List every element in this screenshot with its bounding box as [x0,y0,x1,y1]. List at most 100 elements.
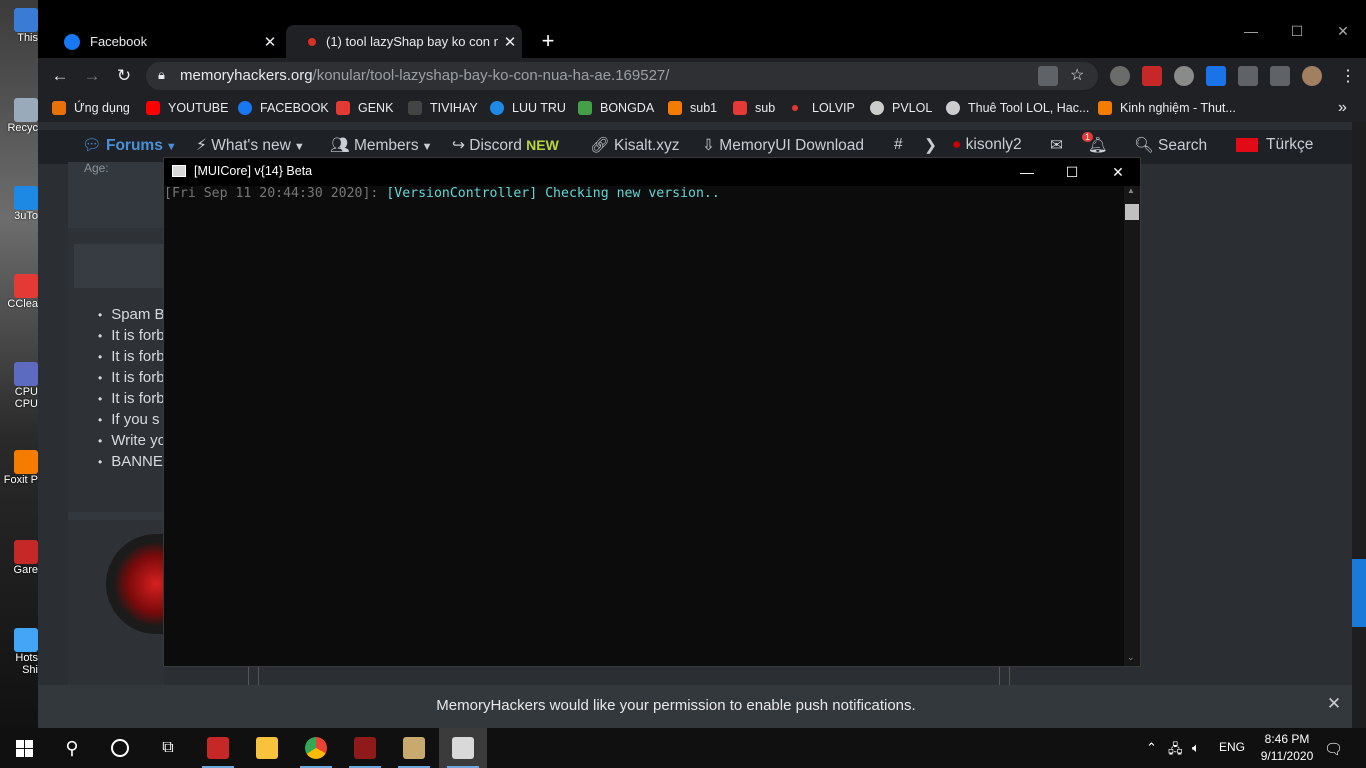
profile-avatar[interactable] [1302,66,1322,86]
bookmark-bongda[interactable]: BONGDA [578,99,654,117]
console-output-line: [Fri Sep 11 20:44:30 2020]: [VersionCont… [164,186,720,201]
desktop-icon-cpuz[interactable]: CPU CPU [0,362,38,410]
task-view-button[interactable]: ⧉ [144,728,192,768]
page-scrollbar[interactable] [1352,122,1366,728]
minimize-button[interactable]: — [1228,16,1274,46]
sub1-icon [668,101,682,115]
console-scrollbar-thumb[interactable] [1125,204,1139,220]
close-tab-icon[interactable]: ✕ [258,33,282,51]
show-hidden-icons[interactable]: ⌃ [1146,740,1157,756]
close-icon[interactable]: ✕ [1324,694,1344,714]
forward-button[interactable]: → [78,64,106,88]
url-path: /konular/tool-lazyshap-bay-ko-con-nua-ha… [312,67,670,84]
scroll-up-icon[interactable]: ▲ [1127,186,1135,195]
bookmark-luu-tru[interactable]: LUU TRU [490,99,566,117]
desktop-icon-ccleaner[interactable]: CClea [0,274,38,310]
desktop-icon-hotspot-shield[interactable]: Hots Shi [0,628,38,676]
taskbar-league-client[interactable] [390,728,438,768]
menu-icon[interactable]: ⋮ [1340,66,1356,86]
lock-icon[interactable]: 🔒︎ [158,67,165,83]
league-icon [403,737,425,759]
google-translate-icon[interactable] [1206,66,1226,86]
push-notification-text[interactable]: MemoryHackers would like your permission… [0,697,1352,714]
desktop-icon-3utools[interactable]: 3uTo [0,186,38,222]
puzzle-icon[interactable] [1238,66,1258,86]
extension-icon[interactable] [1110,66,1130,86]
taskbar-app[interactable] [341,728,389,768]
desktop-icon-foxit[interactable]: Foxit P [0,450,38,486]
edge-icon [490,101,504,115]
nav-whats-new[interactable]: ⚡︎ What's new ▼ [196,136,305,155]
alerts-button[interactable]: 🔔︎ 1 [1082,132,1108,155]
clock[interactable]: 8:46 PM 9/11/2020 [1246,731,1328,765]
rule-item: It is forb [98,327,164,344]
new-tab-button[interactable]: + [534,27,562,55]
console-maximize-button[interactable]: ☐ [1050,158,1094,186]
desktop-icon-garena[interactable]: Gare [0,540,38,576]
globe-icon [946,101,960,115]
close-window-button[interactable]: ✕ [1320,16,1366,46]
bookmark-star-icon[interactable]: ☆ [1070,65,1084,85]
nav-members[interactable]: 👥︎ Members ▼ [330,136,433,155]
action-center-icon[interactable]: 🗨︎ [1324,740,1343,758]
scroll-down-icon[interactable]: ⌄ [1127,652,1135,663]
nav-kisalt[interactable]: 🔗︎ Kisalt.xyz [590,136,679,155]
nav-hash[interactable]: # [894,136,903,154]
nav-user[interactable]: ●︎ kisonly2 [952,136,1022,154]
nav-discord[interactable]: ↪ Discord NEW [452,136,559,155]
bookmark-sub[interactable]: sub [733,99,775,117]
desktop-icon-this-pc[interactable]: This [0,8,38,44]
rule-item: Write yo [98,432,164,449]
taskbar-console[interactable] [439,728,487,768]
age-label: Age: [84,161,109,175]
desktop-icon-recycle-bin[interactable]: Recyc [0,98,38,134]
media-icon[interactable] [1270,66,1290,86]
network-icon[interactable]: 🖧︎ [1168,740,1183,762]
adblock-icon[interactable] [1174,66,1194,86]
cortana-button[interactable] [96,728,144,768]
bookmark-tivihay[interactable]: TIVIHAY [408,99,478,117]
nav-memoryui-download[interactable]: ⇩ MemoryUI Download [702,136,864,155]
taskbar-garena[interactable] [194,728,242,768]
search-button[interactable]: ⚲ [48,728,96,768]
link-icon: 🔗︎ [590,137,614,154]
taskbar-chrome[interactable] [292,728,340,768]
bookmark-lolvip[interactable]: LOLVIP [792,99,855,117]
clock-time: 8:46 PM [1264,732,1310,746]
bookmark-thue-tool[interactable]: Thuê Tool LOL, Hac... [946,99,1089,117]
translate-icon[interactable] [1038,66,1058,86]
nav-language[interactable]: Türkçe [1236,136,1313,154]
start-button[interactable] [0,728,48,768]
bookmark-youtube[interactable]: YOUTUBE [146,99,228,117]
volume-icon[interactable]: 🔈︎ [1192,740,1200,756]
envelope-icon: ✉︎ [1050,137,1063,154]
taskbar-file-explorer[interactable] [243,728,291,768]
close-tab-icon[interactable]: ✕ [498,33,522,51]
console-close-button[interactable]: ✕ [1096,158,1140,186]
log-message: [VersionController] Checking new version… [386,186,720,201]
share-icon: ↪ [452,137,470,154]
console-scrollbar[interactable] [1124,186,1140,666]
bookmark-facebook[interactable]: FACEBOOK [238,99,329,117]
maximize-button[interactable]: ☐ [1274,16,1320,46]
extension-icon[interactable] [1142,66,1162,86]
nav-more-arrow[interactable]: ❯ [924,136,937,155]
genk-icon [336,101,350,115]
bookmark-kinh-nghiem[interactable]: Kinh nghiệm - Thut... [1098,99,1236,117]
bookmark-pvlol[interactable]: PVLOL [870,99,932,117]
nav-search[interactable]: 🔍︎ Search [1134,136,1207,155]
tab-facebook[interactable]: Facebook ✕ [46,25,282,58]
url-text[interactable]: memoryhackers.org/konular/tool-lazyshap-… [180,67,669,84]
tab-memoryhackers[interactable]: (1) tool lazyShap bay ko con nua ✕ [286,25,522,58]
console-minimize-button[interactable]: — [1005,158,1049,186]
language-indicator[interactable]: ENG [1219,740,1245,754]
reload-button[interactable]: ↻ [110,64,138,88]
back-button[interactable]: ← [46,64,74,88]
bookmark-genk[interactable]: GENK [336,99,393,117]
bookmark-apps[interactable]: Ứng dụng [52,99,130,117]
inbox-button[interactable]: ✉︎ [1050,136,1063,155]
more-bookmarks-button[interactable]: » [1338,99,1347,117]
nav-forums[interactable]: 💬︎ Forums ▼ [82,136,177,155]
page-scrollbar-thumb[interactable] [1352,559,1366,627]
bookmark-sub1[interactable]: sub1 [668,99,717,117]
